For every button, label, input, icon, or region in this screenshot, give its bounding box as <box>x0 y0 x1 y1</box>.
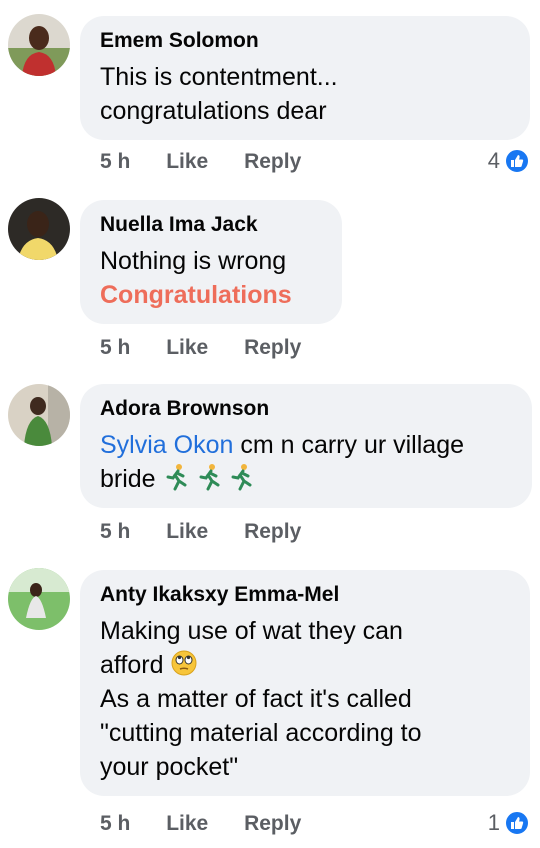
mention-link[interactable]: Sylvia Okon <box>100 431 233 459</box>
comment-bubble: Nuella Ima Jack Nothing is wrong Congrat… <box>80 200 342 324</box>
comment-text: afford <box>100 651 164 679</box>
comment-timestamp[interactable]: 5 h <box>100 520 130 543</box>
comment-author[interactable]: Adora Brownson <box>100 396 512 422</box>
comment-actions: 5 h Like Reply <box>100 336 331 360</box>
eye-roll-face-icon <box>171 650 197 676</box>
avatar[interactable] <box>8 14 70 76</box>
comment-author[interactable]: Nuella Ima Jack <box>100 212 322 238</box>
comment-text-line: bride <box>100 462 512 496</box>
reaction-summary[interactable]: 4 <box>488 148 530 174</box>
reply-button[interactable]: Reply <box>244 520 301 543</box>
comment-text-line: your pocket" <box>100 753 239 781</box>
comment-text: cm n carry ur village <box>233 431 465 459</box>
comment-author[interactable]: Emem Solomon <box>100 28 510 54</box>
comment-timestamp[interactable]: 5 h <box>100 812 130 835</box>
comment-author[interactable]: Anty Ikaksxy Emma-Mel <box>100 582 510 608</box>
comment-text-line: Sylvia Okon cm n carry ur village <box>100 428 512 462</box>
comment-actions: 5 h Like Reply <box>100 520 331 544</box>
comment-text-line: "cutting material according to <box>100 719 422 747</box>
comment-timestamp[interactable]: 5 h <box>100 336 130 359</box>
comment-text-line: This is contentment... <box>100 63 338 91</box>
reaction-count: 1 <box>487 810 500 835</box>
like-button[interactable]: Like <box>166 150 208 173</box>
comment-text-line: congratulations dear <box>100 97 327 125</box>
comment-bubble: Emem Solomon This is contentment... cong… <box>80 16 530 140</box>
thumbs-up-icon <box>504 810 530 836</box>
comment-text-line: Nothing is wrong <box>100 247 287 275</box>
comment-text-line: afford <box>100 648 510 682</box>
like-button[interactable]: Like <box>166 336 208 359</box>
comment-actions: 5 h Like Reply <box>100 812 331 836</box>
comment-text-line: Making use of wat they can <box>100 617 403 645</box>
comment-timestamp[interactable]: 5 h <box>100 150 130 173</box>
comment-text: bride <box>100 465 156 493</box>
comment-bubble: Adora Brownson Sylvia Okon cm n carry ur… <box>80 384 532 508</box>
reply-button[interactable]: Reply <box>244 812 301 835</box>
runner-icon <box>199 464 219 491</box>
runner-icon <box>231 464 252 491</box>
comment-bubble: Anty Ikaksxy Emma-Mel Making use of wat … <box>80 570 530 796</box>
like-button[interactable]: Like <box>166 812 208 835</box>
avatar[interactable] <box>8 198 70 260</box>
runner-icon <box>166 464 187 491</box>
thumbs-up-icon <box>504 148 530 174</box>
comment-actions: 5 h Like Reply <box>100 150 331 174</box>
comment-text-line: As a matter of fact it's called <box>100 685 412 713</box>
reply-button[interactable]: Reply <box>244 150 301 173</box>
comment-highlight-text: Congratulations <box>100 281 292 309</box>
reaction-count: 4 <box>487 148 500 173</box>
reaction-summary[interactable]: 1 <box>488 810 530 836</box>
reply-button[interactable]: Reply <box>244 336 301 359</box>
avatar[interactable] <box>8 568 70 630</box>
avatar[interactable] <box>8 384 70 446</box>
like-button[interactable]: Like <box>166 520 208 543</box>
